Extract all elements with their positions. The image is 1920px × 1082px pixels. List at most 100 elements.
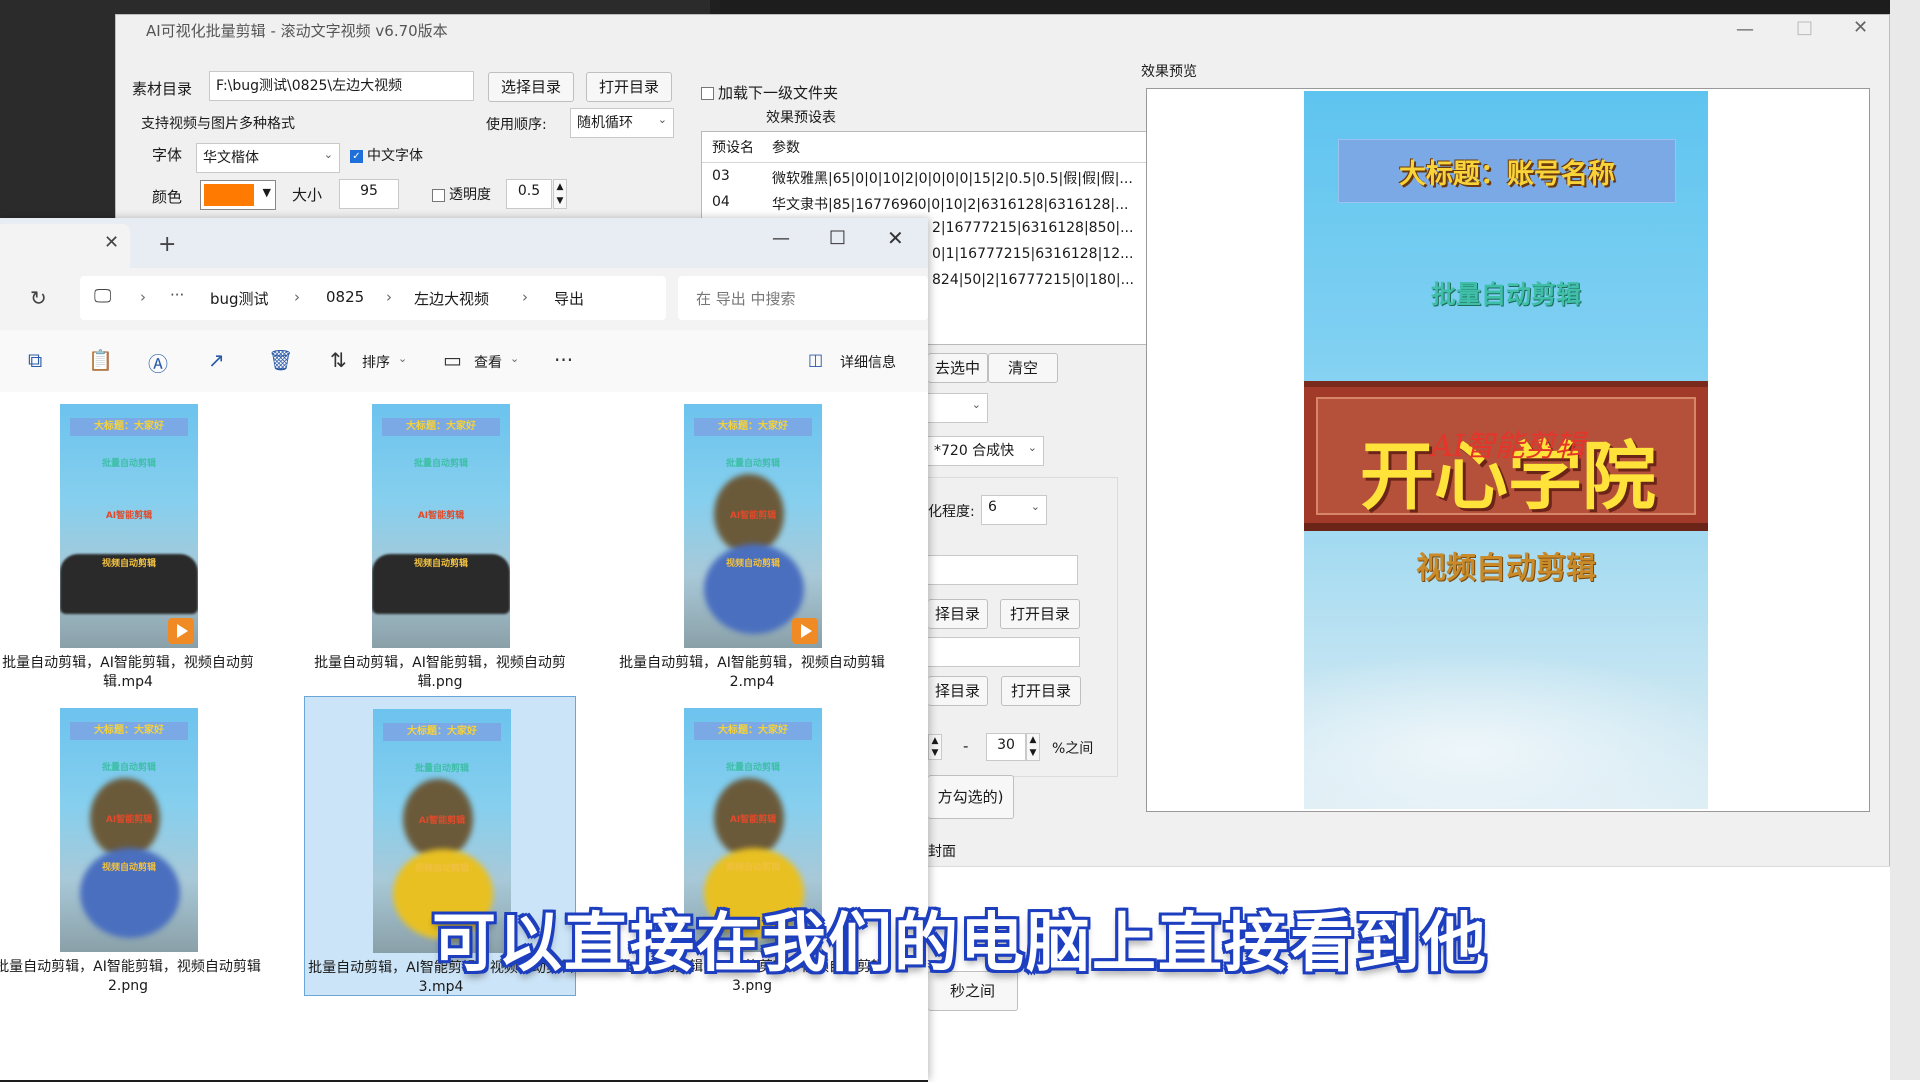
thumb-headline: 大标题：大家好 <box>94 725 164 736</box>
option-select[interactable]: ⌄ <box>928 393 988 423</box>
thumb-headline-box: 大标题：大家好 <box>382 418 500 436</box>
thumb-line: 视频自动剪辑 <box>101 559 156 569</box>
thumb-line: 视频自动剪辑 <box>413 559 468 569</box>
choose-dir-button[interactable]: 选择目录 <box>488 72 574 102</box>
close-tab-icon[interactable]: ✕ <box>104 232 119 253</box>
range-spinner-1[interactable]: ▲ ▼ <box>928 734 942 760</box>
minimize-icon[interactable]: — <box>1736 19 1754 40</box>
preview-headline: 大标题：账号名称 <box>1399 159 1615 190</box>
chevron-right-icon: › <box>386 288 392 306</box>
range-input[interactable]: 30 <box>986 733 1026 761</box>
dir-input-2[interactable] <box>928 555 1078 585</box>
range-unit: %之间 <box>1052 741 1094 757</box>
load-subfolder-label: 加载下一级文件夹 <box>718 84 839 102</box>
breadcrumb-item[interactable]: 0825 <box>326 288 364 306</box>
chinese-font-checkbox[interactable]: ✓ 中文字体 <box>350 145 423 165</box>
delete-icon[interactable]: 🗑 <box>268 348 293 372</box>
minimize-icon[interactable]: — <box>772 228 790 249</box>
maximize-icon[interactable]: □ <box>829 226 846 247</box>
checked-note-button[interactable]: 方勾选的) <box>928 775 1014 819</box>
file-name: 批量自动剪辑，AI智能剪辑，视频自动剪辑.png <box>314 655 566 690</box>
file-item[interactable]: 大标题：大家好 批量自动剪辑 AI智能剪辑 视频自动剪辑 批量自动剪辑，AI智能剪辑，视… <box>616 392 888 692</box>
table-row[interactable]: 03 微软雅黑|65|0|0|10|2|0|0|0|0|15|2|0.5|0.5|… <box>702 163 1150 189</box>
thumb-headline-box: 大标题：大家好 <box>694 418 812 436</box>
thumb-line: 批量自动剪辑 <box>725 763 780 773</box>
range-dash: - <box>963 737 969 755</box>
close-icon[interactable]: ✕ <box>887 226 904 250</box>
opacity-input[interactable]: 0.5 <box>506 179 552 209</box>
more-options-icon[interactable]: ··· <box>554 348 573 372</box>
file-item[interactable]: 大标题：大家好 批量自动剪辑 AI智能剪辑 视频自动剪辑 批量自动剪辑，AI智能剪辑，视… <box>304 392 576 692</box>
chevron-down-icon: ⌄ <box>323 148 333 161</box>
choose-dir-button-2[interactable]: 择目录 <box>928 599 988 629</box>
preset-params: 华文隶书|85|16776960|0|10|2|6316128|6316128|… <box>772 197 1129 213</box>
preview-image: 大标题：账号名称 批量自动剪辑 开心学院 AI智能剪辑 视频自动剪辑 <box>1304 91 1708 809</box>
size-label: 大小 <box>292 186 323 204</box>
thumb-line: 视频自动剪辑 <box>414 864 469 874</box>
thumb-headline-box: 大标题：大家好 <box>383 723 501 741</box>
thumb-line: 批量自动剪辑 <box>413 459 468 469</box>
cloud-shape <box>1304 651 1708 809</box>
resolution-select[interactable]: *720 合成快 ⌄ <box>928 436 1044 466</box>
preview-sign: 开心学院 AI智能剪辑 <box>1304 381 1708 531</box>
preset-params: 0|1|16777215|6316128|12... <box>932 246 1134 262</box>
material-dir-input[interactable]: F:\bug测试\0825\左边大视频 <box>209 71 474 101</box>
breadcrumb[interactable]: 🖵 › ··· bug测试 › 0825 › 左边大视频 › 导出 <box>80 276 666 320</box>
copy-icon[interactable]: ⧉ <box>28 348 42 372</box>
rename-icon[interactable]: Ⓐ <box>148 348 168 377</box>
size-input[interactable]: 95 <box>339 179 399 209</box>
close-icon[interactable]: ✕ <box>1853 17 1868 38</box>
thumb-headline-box: 大标题：大家好 <box>694 722 812 740</box>
breadcrumb-item[interactable]: 左边大视频 <box>414 288 489 309</box>
checkbox-icon[interactable] <box>432 188 445 202</box>
chevron-down-icon: ⌄ <box>398 352 408 365</box>
chinese-font-label: 中文字体 <box>367 148 423 164</box>
delete-selected-button[interactable]: 去选中 <box>928 353 988 383</box>
maximize-icon[interactable]: □ <box>1796 17 1813 38</box>
details-icon[interactable]: ◫ <box>808 350 823 369</box>
preset-table-title: 效果预设表 <box>766 110 836 126</box>
range-spinner-2[interactable]: ▲ ▼ <box>1026 733 1040 761</box>
chevron-down-icon: ⌄ <box>1027 441 1037 454</box>
choose-dir-button-3[interactable]: 择目录 <box>928 676 988 706</box>
refresh-icon[interactable]: ↻ <box>30 286 47 310</box>
order-select[interactable]: 随机循环 ⌄ <box>570 108 674 138</box>
sort-icon[interactable]: ⇅ <box>330 348 347 372</box>
blur-select[interactable]: 6 ⌄ <box>981 495 1047 525</box>
font-select[interactable]: 华文楷体 ⌄ <box>196 143 340 173</box>
color-swatch <box>204 184 254 206</box>
checkbox-icon[interactable] <box>701 87 714 100</box>
checkbox-checked-icon[interactable]: ✓ <box>350 149 363 163</box>
open-dir-button-2[interactable]: 打开目录 <box>1000 599 1080 629</box>
paste-icon[interactable]: 📋 <box>88 348 113 372</box>
opacity-spinner[interactable]: ▲ ▼ <box>553 179 567 209</box>
breadcrumb-item[interactable]: bug测试 <box>210 288 269 309</box>
view-icon[interactable]: ▭ <box>443 348 462 372</box>
blur-value: 6 <box>988 499 997 515</box>
breadcrumb-more[interactable]: ··· <box>170 286 184 304</box>
search-input[interactable]: 在 导出 中搜索 <box>678 276 928 320</box>
preset-params: 微软雅黑|65|0|0|10|2|0|0|0|0|15|2|0.5|0.5|假|… <box>772 171 1133 187</box>
open-dir-button-3[interactable]: 打开目录 <box>1001 676 1081 706</box>
explorer-tab[interactable]: ✕ <box>0 224 130 268</box>
open-dir-button[interactable]: 打开目录 <box>586 72 672 102</box>
clear-button[interactable]: 清空 <box>988 353 1058 383</box>
view-button[interactable]: 查看 <box>474 352 502 372</box>
file-thumbnail: 大标题：大家好 批量自动剪辑 AI智能剪辑 视频自动剪辑 <box>684 404 822 648</box>
share-icon[interactable]: ↗ <box>208 348 225 372</box>
details-button[interactable]: 详细信息 <box>840 352 896 372</box>
sort-button[interactable]: 排序 <box>362 352 390 372</box>
breadcrumb-item[interactable]: 导出 <box>554 288 584 309</box>
dir-input-3[interactable] <box>928 637 1080 667</box>
file-item[interactable]: 大标题：大家好 批量自动剪辑 AI智能剪辑 视频自动剪辑 批量自动剪辑，AI智能剪辑，视… <box>0 392 264 692</box>
load-subfolder-checkbox[interactable]: 加载下一级文件夹 <box>701 82 838 103</box>
tab-cover[interactable]: 封面 <box>928 841 956 861</box>
color-picker[interactable]: ▼ <box>200 180 276 210</box>
preview-panel: 大标题：账号名称 批量自动剪辑 开心学院 AI智能剪辑 视频自动剪辑 <box>1146 88 1870 812</box>
table-row[interactable]: 04 华文隶书|85|16776960|0|10|2|6316128|631612… <box>702 189 1150 215</box>
preview-line2: 视频自动剪辑 <box>1416 551 1596 586</box>
thumb-line: 视频自动剪辑 <box>101 863 156 873</box>
new-tab-icon[interactable]: + <box>158 232 176 257</box>
opacity-checkbox[interactable]: 透明度 <box>432 184 491 204</box>
chevron-right-icon: › <box>140 288 146 306</box>
